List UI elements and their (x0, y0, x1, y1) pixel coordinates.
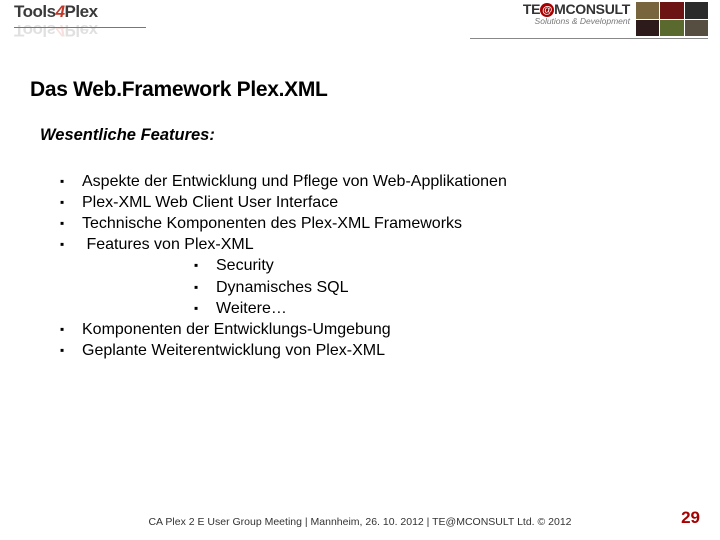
header-thumbnail-grid (636, 2, 708, 36)
thumb-icon (636, 2, 659, 19)
thumb-icon (636, 20, 659, 37)
logo-underline (14, 27, 146, 28)
thumb-icon (660, 20, 683, 37)
list-item: Plex-XML Web Client User Interface (60, 192, 690, 213)
list-item: Komponenten der Entwicklungs-Umgebung (60, 319, 690, 340)
list-item: Security (194, 255, 690, 276)
logo-text-tools: Tools (14, 2, 56, 21)
sub-bullet-list: Security Dynamisches SQL Weitere… (194, 255, 690, 318)
list-item-label: Features von Plex-XML (86, 236, 253, 253)
footer-text: CA Plex 2 E User Group Meeting | Mannhei… (0, 516, 720, 528)
slide-title: Das Web.Framework Plex.XML (30, 78, 690, 102)
slide-header: Tools4Plex Tools4Plex TE@MCONSULT Soluti… (0, 0, 720, 50)
logo-teamconsult: TE@MCONSULT Solutions & Development (523, 2, 630, 26)
list-item: Geplante Weiterentwicklung von Plex-XML (60, 340, 690, 361)
at-icon: @ (540, 3, 554, 17)
thumb-icon (685, 2, 708, 19)
logo-reflection: Tools4Plex (14, 20, 98, 40)
logo-tools4plex: Tools4Plex (14, 2, 98, 22)
header-right-underline (470, 38, 708, 39)
slide-body: Das Web.Framework Plex.XML Wesentliche F… (0, 50, 720, 361)
list-item: Weitere… (194, 298, 690, 319)
logo-text-plex: Plex (65, 2, 98, 21)
brand-line: TE@MCONSULT (523, 2, 630, 17)
slide-subtitle: Wesentliche Features: (40, 126, 690, 145)
bullet-list: Aspekte der Entwicklung und Pflege von W… (60, 171, 690, 361)
slide-footer: CA Plex 2 E User Group Meeting | Mannhei… (0, 516, 720, 528)
logo-text-four: 4 (56, 2, 65, 21)
brand-subtitle: Solutions & Development (523, 17, 630, 26)
list-item: Features von Plex-XML Security Dynamisch… (60, 234, 690, 318)
thumb-icon (685, 20, 708, 37)
list-item: Technische Komponenten des Plex-XML Fram… (60, 213, 690, 234)
list-item: Aspekte der Entwicklung und Pflege von W… (60, 171, 690, 192)
page-number: 29 (681, 508, 700, 528)
thumb-icon (660, 2, 683, 19)
list-item: Dynamisches SQL (194, 277, 690, 298)
